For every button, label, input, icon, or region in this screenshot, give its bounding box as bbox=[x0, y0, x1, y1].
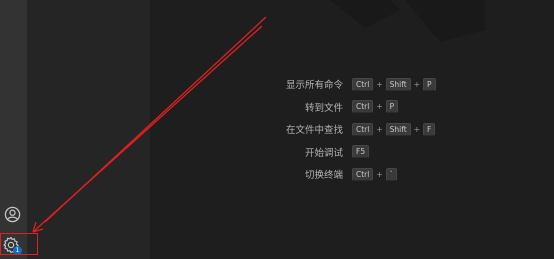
shortcut-list: 显示所有命令 Ctrl + Shift + P 转到文件 Ctrl + P 在文… bbox=[250, 73, 480, 186]
activity-bar: 1 bbox=[0, 0, 27, 259]
shortcut-row-start-debugging: 开始调试 F5 bbox=[250, 141, 480, 164]
key-ctrl: Ctrl bbox=[352, 167, 374, 181]
keybinding: Ctrl + Shift + F bbox=[352, 122, 436, 136]
key-ctrl: Ctrl bbox=[352, 100, 374, 114]
keybinding: F5 bbox=[352, 145, 370, 159]
plus-sign: + bbox=[376, 169, 383, 179]
key-p: P bbox=[423, 77, 436, 91]
shortcut-label: 显示所有命令 bbox=[285, 80, 343, 92]
shortcut-row-find-in-files: 在文件中查找 Ctrl + Shift + F bbox=[250, 118, 480, 141]
plus-sign: + bbox=[413, 79, 421, 89]
key-shift: Shift bbox=[385, 122, 411, 136]
key-ctrl: Ctrl bbox=[352, 122, 374, 136]
plus-sign: + bbox=[376, 79, 383, 89]
keybinding: Ctrl + ` bbox=[352, 167, 398, 181]
key-shift: Shift bbox=[385, 77, 411, 91]
shortcut-label: 切换终端 bbox=[304, 170, 343, 182]
account-icon[interactable] bbox=[4, 206, 21, 223]
shortcut-row-go-to-file: 转到文件 Ctrl + P bbox=[250, 96, 480, 119]
plus-sign: + bbox=[376, 102, 383, 112]
keybinding: Ctrl + Shift + P bbox=[352, 77, 436, 91]
editor-area: 显示所有命令 Ctrl + Shift + P 转到文件 Ctrl + P 在文… bbox=[150, 0, 554, 259]
shortcut-label: 转到文件 bbox=[304, 102, 343, 114]
plus-sign: + bbox=[376, 124, 383, 134]
annotation-highlight-box bbox=[0, 233, 38, 255]
key-f: F bbox=[423, 122, 436, 136]
shortcut-row-toggle-terminal: 切换终端 Ctrl + ` bbox=[250, 163, 480, 186]
shortcut-label: 在文件中查找 bbox=[285, 125, 343, 137]
plus-sign: + bbox=[413, 124, 421, 134]
key-backtick: ` bbox=[385, 167, 398, 181]
sidebar bbox=[27, 0, 150, 259]
key-p: P bbox=[385, 100, 399, 114]
shortcut-row-show-all-commands: 显示所有命令 Ctrl + Shift + P bbox=[250, 73, 480, 96]
key-ctrl: Ctrl bbox=[352, 77, 374, 91]
keybinding: Ctrl + P bbox=[352, 100, 399, 114]
key-f5: F5 bbox=[352, 145, 370, 159]
shortcut-label: 开始调试 bbox=[304, 147, 343, 159]
